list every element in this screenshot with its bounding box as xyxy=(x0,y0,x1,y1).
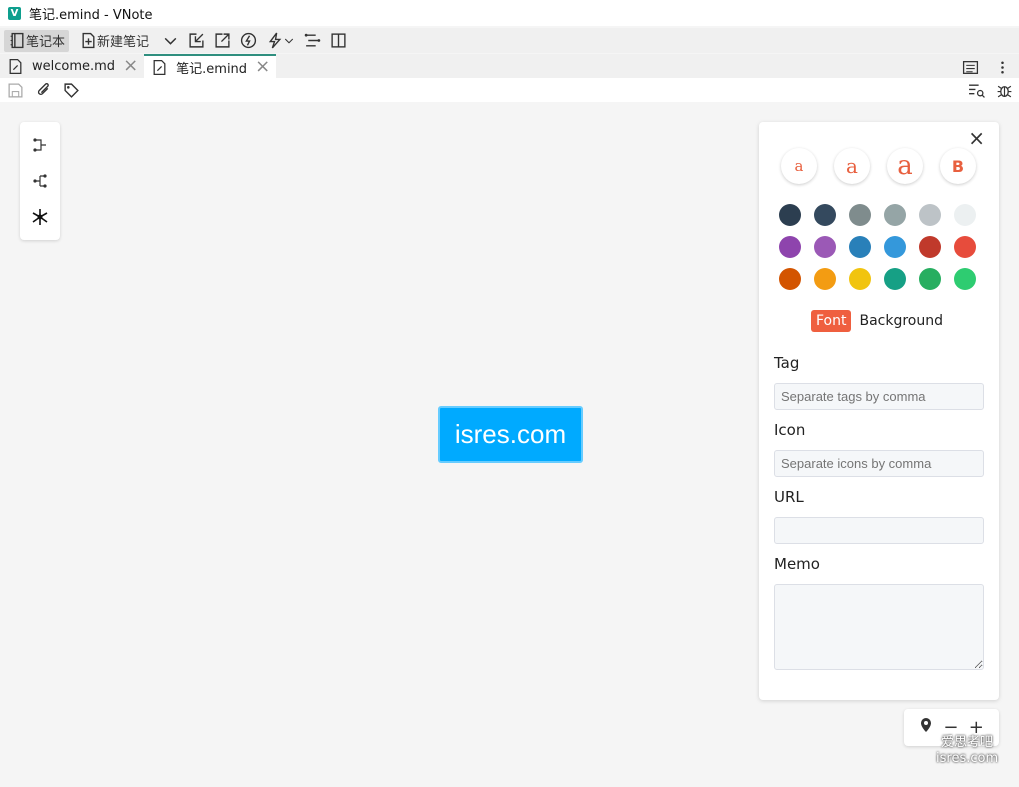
font-background-toggle: Font Background xyxy=(811,310,943,332)
outline-icon[interactable] xyxy=(961,58,979,76)
memo-textarea[interactable] xyxy=(774,584,984,670)
color-swatch[interactable] xyxy=(954,236,976,258)
export-icon xyxy=(213,32,231,50)
color-swatch[interactable] xyxy=(884,268,906,290)
color-swatch[interactable] xyxy=(919,204,941,226)
color-swatch[interactable] xyxy=(954,204,976,226)
chevron-down-icon xyxy=(161,32,179,50)
window-title: 笔记.emind - VNote xyxy=(29,7,153,23)
quick-access-button[interactable] xyxy=(261,30,299,52)
tag-input[interactable] xyxy=(774,383,984,410)
debug-icon[interactable] xyxy=(995,81,1013,99)
export-button[interactable] xyxy=(209,30,235,52)
notebook-icon xyxy=(8,32,26,50)
title-bar: V 笔记.emind - VNote xyxy=(0,0,1019,26)
color-swatch[interactable] xyxy=(954,268,976,290)
font-size-small-button[interactable]: a xyxy=(781,148,817,184)
document-icon xyxy=(150,58,168,76)
color-swatch[interactable] xyxy=(779,268,801,290)
find-icon[interactable] xyxy=(967,81,985,99)
font-size-options: a a a B xyxy=(781,148,976,184)
chevron-down-icon xyxy=(283,32,295,50)
lightning-icon xyxy=(265,32,283,50)
new-note-button[interactable]: 新建笔记 xyxy=(75,30,153,52)
import-button[interactable] xyxy=(183,30,209,52)
import-icon xyxy=(187,32,205,50)
font-toggle-button[interactable]: Font xyxy=(811,310,852,332)
color-swatch[interactable] xyxy=(779,204,801,226)
tab-emind[interactable]: 笔记.emind × xyxy=(144,54,277,78)
attachment-icon[interactable] xyxy=(34,81,52,99)
background-toggle-button[interactable]: Background xyxy=(859,313,943,329)
notebook-button[interactable]: 笔记本 xyxy=(4,29,70,52)
add-sibling-icon[interactable] xyxy=(29,134,51,156)
tab-welcome[interactable]: welcome.md × xyxy=(0,54,144,78)
color-swatches xyxy=(779,204,976,290)
close-tab-icon[interactable]: × xyxy=(255,58,270,76)
close-icon[interactable]: × xyxy=(968,126,985,150)
more-vertical-icon[interactable] xyxy=(993,58,1011,76)
font-size-large-button[interactable]: a xyxy=(887,148,923,184)
mindmap-tools xyxy=(20,122,60,240)
icon-label: Icon xyxy=(774,421,806,439)
close-tab-icon[interactable]: × xyxy=(123,57,138,75)
mindmap-root-node[interactable]: isres.com xyxy=(438,406,583,463)
color-swatch[interactable] xyxy=(849,204,871,226)
color-swatch[interactable] xyxy=(884,236,906,258)
main-toolbar: 笔记本 新建笔记 xyxy=(0,28,1019,53)
tag-label: Tag xyxy=(774,354,800,372)
color-swatch[interactable] xyxy=(919,268,941,290)
task-button[interactable] xyxy=(299,30,325,52)
font-size-medium-button[interactable]: a xyxy=(834,148,870,184)
new-note-label: 新建笔记 xyxy=(97,35,150,50)
save-icon[interactable] xyxy=(6,81,24,99)
app-logo-icon: V xyxy=(8,6,21,20)
add-child-icon[interactable] xyxy=(29,170,51,192)
tag-icon[interactable] xyxy=(62,81,80,99)
color-swatch[interactable] xyxy=(884,204,906,226)
color-swatch[interactable] xyxy=(814,204,836,226)
split-view-button[interactable] xyxy=(325,30,351,52)
url-label: URL xyxy=(774,488,804,506)
layout-star-icon[interactable] xyxy=(29,206,51,228)
subbar-actions xyxy=(967,81,1013,99)
icon-input[interactable] xyxy=(774,450,984,477)
lightning-circle-icon xyxy=(239,32,257,50)
tab-label: 笔记.emind xyxy=(176,61,248,77)
watermark: 爱思考吧 isres.com xyxy=(936,735,999,766)
memo-label: Memo xyxy=(774,555,820,573)
color-swatch[interactable] xyxy=(849,236,871,258)
color-swatch[interactable] xyxy=(779,236,801,258)
color-swatch[interactable] xyxy=(849,268,871,290)
url-input[interactable] xyxy=(774,517,984,544)
notebook-label: 笔记本 xyxy=(26,35,66,50)
document-icon xyxy=(6,57,24,75)
editor-toolbar xyxy=(0,78,1019,102)
bold-button[interactable]: B xyxy=(940,148,976,184)
locate-icon[interactable] xyxy=(919,717,933,738)
flash-note-button[interactable] xyxy=(235,30,261,52)
task-icon xyxy=(303,32,321,50)
color-swatch[interactable] xyxy=(919,236,941,258)
new-note-dropdown[interactable] xyxy=(157,30,183,52)
tabbar-actions xyxy=(961,58,1011,76)
color-swatch[interactable] xyxy=(814,268,836,290)
tab-label: welcome.md xyxy=(32,58,116,74)
color-swatch[interactable] xyxy=(814,236,836,258)
style-panel: × a a a B Font Background Tag Icon URL M… xyxy=(759,122,999,700)
tab-bar: welcome.md × 笔记.emind × xyxy=(0,54,1019,78)
new-note-icon xyxy=(79,32,97,50)
split-view-icon xyxy=(329,32,347,50)
